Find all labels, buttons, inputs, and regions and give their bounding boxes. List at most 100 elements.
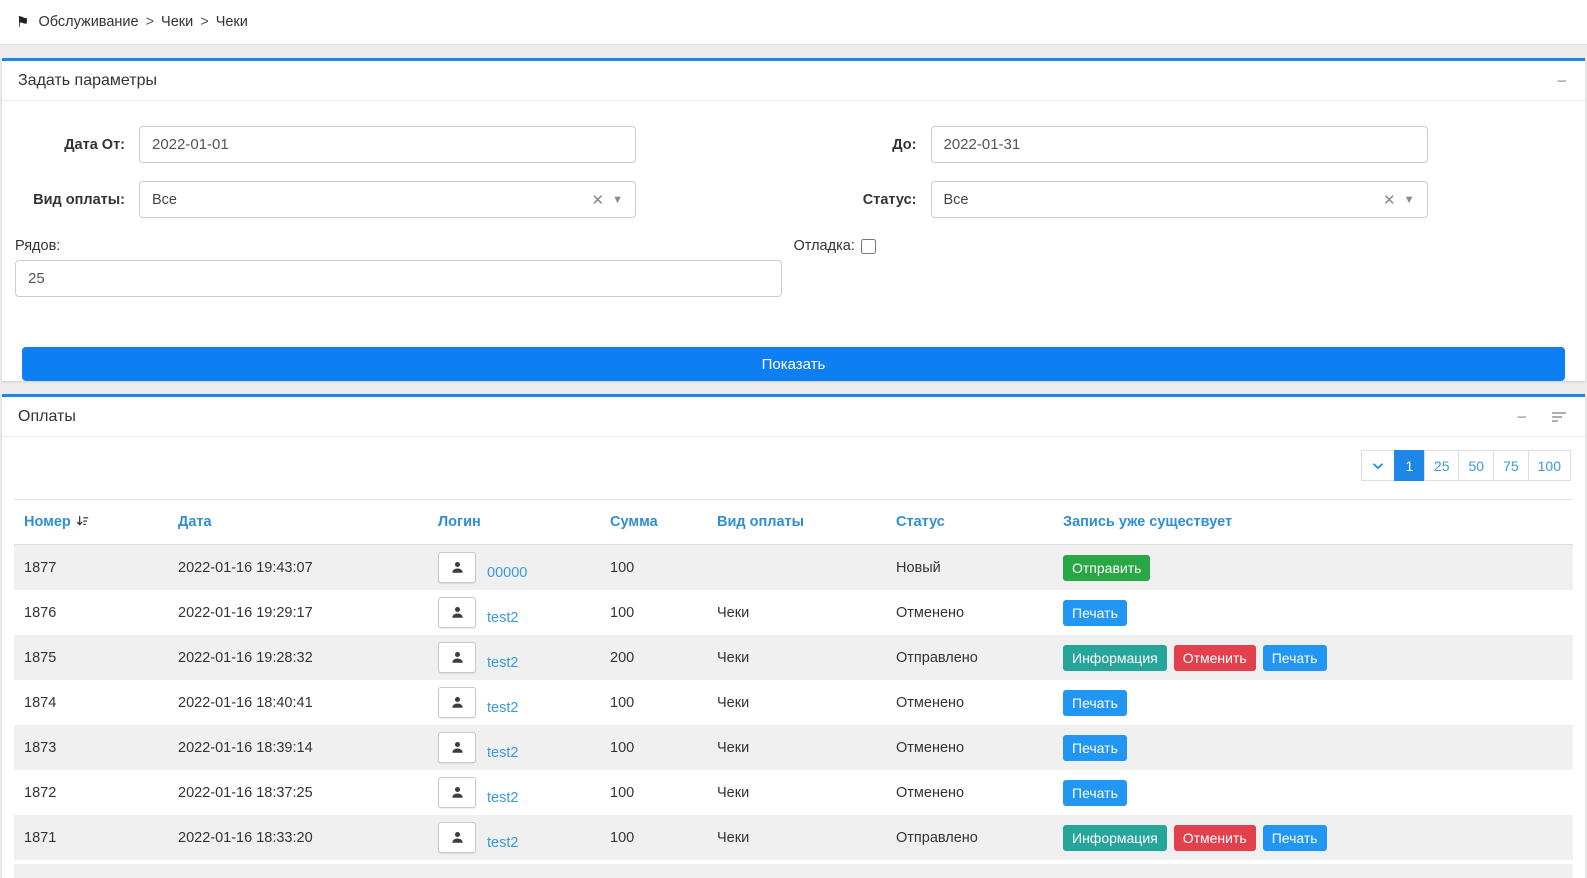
page-size-dropdown[interactable] [1361,450,1395,481]
login-link[interactable]: test2 [487,835,518,853]
login-cell: test2 [438,687,590,718]
status-label: Статус: [794,192,931,208]
send-button[interactable]: Отправить [1063,555,1150,581]
collapse-icon[interactable]: − [1556,72,1567,90]
person-icon [450,650,465,665]
table-row: 1875 2022-01-16 19:28:32 test2 200 Чеки … [14,635,1573,680]
login-cell: test2 [438,777,590,808]
table-row: 1876 2022-01-16 19:29:17 test2 100 Чеки … [14,590,1573,635]
login-cell: test2 [438,822,590,853]
chevron-down-icon[interactable]: ▼ [1404,194,1415,206]
login-link[interactable]: test2 [487,610,518,628]
payment-type-selected-value: Все [152,192,584,208]
person-icon [450,740,465,755]
collapse-icon[interactable]: − [1516,408,1527,426]
page-button-75[interactable]: 75 [1493,450,1529,481]
user-button[interactable] [438,552,476,583]
user-button[interactable] [438,777,476,808]
cell-actions: Печать [1053,680,1573,725]
breadcrumb-item-service[interactable]: Обслуживание [38,14,138,30]
login-cell: test2 [438,732,590,763]
filters-panel-title: Задать параметры [18,72,157,90]
breadcrumb-item-cheki-2[interactable]: Чеки [216,14,248,30]
clear-icon[interactable]: ✕ [1375,191,1404,209]
rows-label: Рядов: [15,238,794,254]
user-button[interactable] [438,822,476,853]
page-button-1[interactable]: 1 [1394,450,1425,481]
page-button-50[interactable]: 50 [1458,450,1494,481]
date-to-input[interactable] [931,126,1428,163]
debug-group: Отладка: [794,238,1573,297]
cell-status: Отправлено [886,815,1053,860]
cell-sum: 100 [600,680,707,725]
login-link[interactable]: test2 [487,700,518,718]
login-link[interactable]: test2 [487,745,518,763]
cell-type [707,545,886,591]
info-button[interactable]: Информация [1063,645,1167,671]
cell-type: Чеки [707,635,886,680]
column-header-status[interactable]: Статус [886,500,1053,545]
cell-number: 1877 [14,545,168,591]
cell-date: 2022-01-16 18:40:41 [168,680,428,725]
page-button-25[interactable]: 25 [1424,450,1460,481]
user-button[interactable] [438,642,476,673]
print-button[interactable]: Печать [1063,780,1127,806]
column-header-number[interactable]: Номер [14,500,168,545]
breadcrumb-separator: > [146,14,154,30]
print-button[interactable]: Печать [1263,645,1327,671]
user-button[interactable] [438,687,476,718]
cell-actions: Информация Отменить Печать [1053,815,1573,860]
cell-actions: Печать [1053,590,1573,635]
cell-number: 1873 [14,725,168,770]
table-row: 1873 2022-01-16 18:39:14 test2 100 Чеки … [14,725,1573,770]
cell-status: Новый [886,545,1053,591]
status-select[interactable]: Все ✕ ▼ [931,181,1428,218]
date-to-field-row: До: [794,126,1586,163]
login-link[interactable]: test2 [487,790,518,808]
cell-number: 1874 [14,680,168,725]
date-from-input[interactable] [139,126,636,163]
page-button-100[interactable]: 100 [1528,450,1571,481]
status-selected-value: Все [944,192,1376,208]
person-icon [450,785,465,800]
payment-type-select[interactable]: Все ✕ ▼ [139,181,636,218]
cell-type: Чеки [707,680,886,725]
cell-actions: Отправить [1053,545,1573,591]
print-button[interactable]: Печать [1063,690,1127,716]
user-button[interactable] [438,732,476,763]
user-button[interactable] [438,597,476,628]
cell-sum: 100 [600,725,707,770]
person-icon [450,695,465,710]
cell-type: Чеки [707,725,886,770]
debug-checkbox[interactable] [861,239,876,254]
cancel-button[interactable]: Отменить [1174,825,1256,851]
column-header-date[interactable]: Дата [168,500,428,545]
cancel-button[interactable]: Отменить [1174,645,1256,671]
rows-debug-row: Рядов: Отладка: [2,218,1585,297]
breadcrumb-item-cheki[interactable]: Чеки [161,14,193,30]
print-button[interactable]: Печать [1063,600,1127,626]
print-button[interactable]: Печать [1263,825,1327,851]
cell-status: Отменено [886,680,1053,725]
info-button[interactable]: Информация [1063,825,1167,851]
list-icon[interactable] [1551,410,1567,424]
column-header-record-exists[interactable]: Запись уже существует [1053,500,1573,545]
show-button[interactable]: Показать [22,347,1565,381]
clear-icon[interactable]: ✕ [584,191,613,209]
cell-date: 2022-01-16 19:43:07 [168,545,428,591]
login-link[interactable]: test2 [487,655,518,673]
column-header-sum[interactable]: Сумма [600,500,707,545]
chevron-down-icon[interactable]: ▼ [612,194,623,206]
cell-date: 2022-01-16 18:39:14 [168,725,428,770]
rows-input[interactable] [15,260,782,297]
breadcrumb: ⚑ Обслуживание > Чеки > Чеки [0,0,1587,45]
table-row: 1872 2022-01-16 18:37:25 test2 100 Чеки … [14,770,1573,815]
person-icon [450,605,465,620]
column-header-login[interactable]: Логин [428,500,600,545]
sort-desc-icon[interactable] [76,515,89,528]
cell-date: 2022-01-16 19:29:17 [168,590,428,635]
login-link[interactable]: 00000 [487,565,527,583]
column-header-payment-type[interactable]: Вид оплаты [707,500,886,545]
print-button[interactable]: Печать [1063,735,1127,761]
table-header-row: Номер Дата Логин Сумма Вид оплаты [14,500,1573,545]
